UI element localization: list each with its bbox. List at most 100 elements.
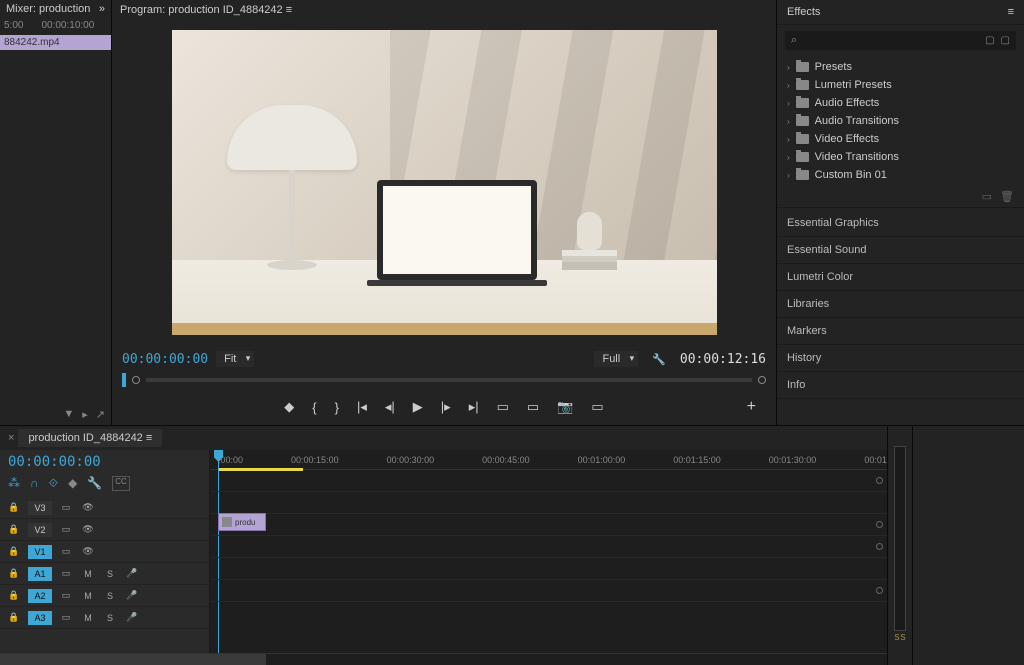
tree-item-audio-effects[interactable]: ›Audio Effects: [777, 94, 1024, 112]
lock-icon[interactable]: 🔒: [6, 545, 22, 559]
eye-icon[interactable]: 👁: [80, 523, 96, 537]
go-to-out-icon[interactable]: ▸|: [469, 399, 479, 415]
track-label-a3[interactable]: A3: [28, 611, 52, 625]
solo-button[interactable]: S: [102, 611, 118, 625]
in-bracket-icon[interactable]: {: [312, 400, 316, 415]
track-a1[interactable]: 🔒 A1 ▭ M S 🎤: [0, 563, 209, 585]
comparison-icon[interactable]: ▭: [591, 399, 603, 415]
new-item-icon[interactable]: ▸: [82, 408, 88, 421]
new-bin-icon[interactable]: ▭: [982, 190, 992, 203]
playhead-icon[interactable]: [122, 373, 126, 387]
source-clip[interactable]: 884242.mp4: [0, 35, 111, 50]
solo-button[interactable]: S: [102, 567, 118, 581]
track-label-a1[interactable]: A1: [28, 567, 52, 581]
marker-tool-icon[interactable]: ◆: [68, 476, 77, 491]
filter-icon[interactable]: ▼: [63, 408, 74, 421]
panel-essential-graphics[interactable]: Essential Graphics: [777, 210, 1024, 237]
folder-icon: [796, 152, 809, 162]
mute-button[interactable]: M: [80, 567, 96, 581]
tree-item-video-effects[interactable]: ›Video Effects: [777, 130, 1024, 148]
timeline-timecode[interactable]: 00:00:00:00: [0, 450, 209, 474]
program-timecode-current[interactable]: 00:00:00:00: [122, 352, 208, 367]
zoom-fit-dropdown[interactable]: Fit: [216, 351, 254, 367]
toggle-output-icon[interactable]: ▭: [58, 545, 74, 559]
track-v3[interactable]: 🔒 V3 ▭ 👁: [0, 497, 209, 519]
panel-menu-icon[interactable]: ≡: [1008, 6, 1014, 18]
tree-item-custom-bin[interactable]: ›Custom Bin 01: [777, 166, 1024, 184]
track-a3[interactable]: 🔒 A3 ▭ M S 🎤: [0, 607, 209, 629]
tree-item-presets[interactable]: ›Presets: [777, 58, 1024, 76]
toggle-output-icon[interactable]: ▭: [58, 501, 74, 515]
voice-record-icon[interactable]: 🎤: [124, 611, 140, 625]
snap-icon[interactable]: ⁂: [8, 476, 20, 491]
lock-icon[interactable]: 🔒: [6, 611, 22, 625]
tree-item-lumetri-presets[interactable]: ›Lumetri Presets: [777, 76, 1024, 94]
track-label-v2[interactable]: V2: [28, 523, 52, 537]
out-bracket-icon[interactable]: }: [335, 400, 339, 415]
effects-search-input[interactable]: [801, 35, 985, 47]
timeline-scrollbar[interactable]: [0, 653, 887, 665]
program-scrubber[interactable]: [122, 373, 766, 387]
timeline-tracks[interactable]: :00:00 00:00:15:00 00:00:30:00 00:00:45:…: [210, 450, 887, 653]
audio-meter[interactable]: [894, 446, 906, 631]
lift-icon[interactable]: ▭: [497, 399, 509, 415]
tree-item-audio-transitions[interactable]: ›Audio Transitions: [777, 112, 1024, 130]
track-label-a2[interactable]: A2: [28, 589, 52, 603]
panel-libraries[interactable]: Libraries: [777, 291, 1024, 318]
toggle-output-icon[interactable]: ▭: [58, 523, 74, 537]
play-icon[interactable]: ▶: [413, 399, 423, 415]
mark-in-icon[interactable]: ◆: [284, 399, 294, 415]
close-tab-icon[interactable]: ×: [8, 432, 14, 444]
go-to-in-icon[interactable]: |◂: [357, 399, 367, 415]
accel-badge-icon[interactable]: ▢: [1001, 35, 1010, 46]
panel-essential-sound[interactable]: Essential Sound: [777, 237, 1024, 264]
voice-record-icon[interactable]: 🎤: [124, 589, 140, 603]
solo-button[interactable]: S: [102, 589, 118, 603]
timeline-panel: × production ID_4884242 ≡ 00:00:00:00 ⁂ …: [0, 426, 888, 665]
mute-button[interactable]: M: [80, 611, 96, 625]
lock-icon[interactable]: 🔒: [6, 523, 22, 537]
lock-icon[interactable]: 🔒: [6, 589, 22, 603]
toggle-output-icon[interactable]: ▭: [58, 567, 74, 581]
voice-record-icon[interactable]: 🎤: [124, 567, 140, 581]
magnet-icon[interactable]: ∩: [30, 476, 39, 491]
settings-wrench-icon[interactable]: 🔧: [652, 353, 666, 366]
effects-search[interactable]: ⌕ ▢ ▢: [785, 31, 1016, 50]
export-icon[interactable]: ↗: [96, 408, 105, 421]
export-frame-icon[interactable]: 📷: [557, 399, 573, 415]
mute-button[interactable]: M: [80, 589, 96, 603]
time-ruler[interactable]: :00:00 00:00:15:00 00:00:30:00 00:00:45:…: [210, 450, 887, 470]
track-v1[interactable]: 🔒 V1 ▭ 👁: [0, 541, 209, 563]
sequence-tab[interactable]: production ID_4884242 ≡: [18, 429, 162, 447]
step-back-icon[interactable]: ◂|: [385, 399, 395, 415]
fx-badge-icon[interactable]: ▢: [985, 35, 994, 46]
linked-selection-icon[interactable]: ⟐: [49, 476, 58, 491]
delete-icon[interactable]: 🗑: [1000, 190, 1014, 203]
wrench-icon[interactable]: 🔧: [87, 476, 102, 491]
track-label-v3[interactable]: V3: [28, 501, 52, 515]
chevron-right-icon: ›: [787, 81, 790, 90]
timeline-clip[interactable]: produ: [218, 513, 266, 531]
toggle-output-icon[interactable]: ▭: [58, 611, 74, 625]
track-a2[interactable]: 🔒 A2 ▭ M S 🎤: [0, 585, 209, 607]
cc-icon[interactable]: CC: [112, 476, 130, 491]
panel-info[interactable]: Info: [777, 372, 1024, 399]
video-preview[interactable]: [172, 30, 717, 335]
eye-icon[interactable]: 👁: [80, 501, 96, 515]
resolution-dropdown[interactable]: Full: [594, 351, 638, 367]
folder-icon: [796, 62, 809, 72]
expand-chevrons-icon[interactable]: »: [99, 3, 105, 15]
toggle-output-icon[interactable]: ▭: [58, 589, 74, 603]
tree-item-video-transitions[interactable]: ›Video Transitions: [777, 148, 1024, 166]
extract-icon[interactable]: ▭: [527, 399, 539, 415]
lock-icon[interactable]: 🔒: [6, 501, 22, 515]
panel-lumetri-color[interactable]: Lumetri Color: [777, 264, 1024, 291]
track-v2[interactable]: 🔒 V2 ▭ 👁: [0, 519, 209, 541]
panel-markers[interactable]: Markers: [777, 318, 1024, 345]
step-forward-icon[interactable]: |▸: [441, 399, 451, 415]
panel-history[interactable]: History: [777, 345, 1024, 372]
lock-icon[interactable]: 🔒: [6, 567, 22, 581]
eye-icon[interactable]: 👁: [80, 545, 96, 559]
track-label-v1[interactable]: V1: [28, 545, 52, 559]
button-editor-icon[interactable]: +: [747, 398, 756, 416]
